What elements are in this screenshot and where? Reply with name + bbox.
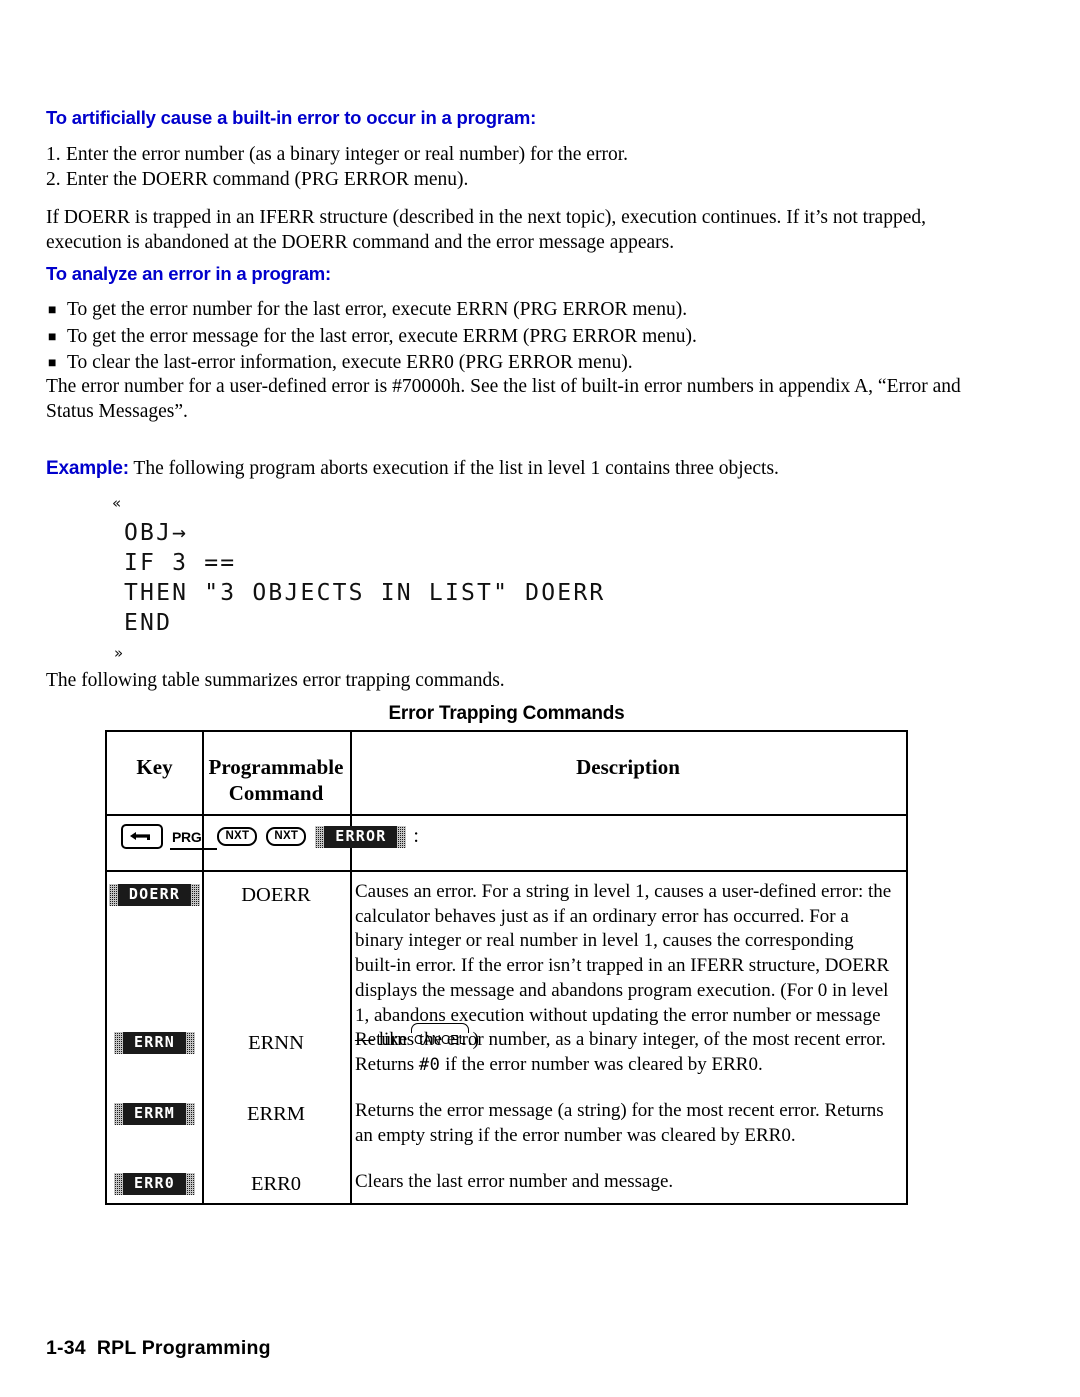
list-item: 2. Enter the DOERR command (PRG ERROR men… [46,167,628,192]
footer-title: RPL Programming [96,1337,271,1359]
step-text: Enter the error number (as a binary inte… [66,144,628,165]
error-trapping-commands-table: Key Programmable Command Description PRG… [105,730,908,1205]
table-row-description: Clears the last error number and message… [355,1171,674,1192]
cause-error-paragraph: If DOERR is trapped in an IFERR structur… [46,207,926,253]
table-row-command: ERR0 [250,1173,302,1195]
list-item: ■ To get the error message for the last e… [48,324,697,351]
code-line: IF 3 == [124,550,237,576]
page-footer: 1-34 RPL Programming [46,1337,271,1360]
table-header-description: Description [576,755,680,779]
prg-key-label[interactable]: PRG [170,829,219,850]
table-header-command-line1: Programmable [208,755,344,779]
left-shift-key-icon[interactable] [121,824,163,849]
heading-cause-error: To artificially cause a built-in error t… [46,107,537,128]
table-row-softkey: ERR0 [107,1173,202,1195]
key-sequence-colon: : [413,825,419,847]
square-bullet-icon: ■ [48,303,57,318]
table-caption: Error Trapping Commands [388,703,625,724]
code-line: « [112,494,122,512]
list-item: ■ To get the error number for the last er… [48,297,697,324]
bullet-text: To clear the last-error information, exe… [67,352,633,373]
step-number: 2. [46,169,61,190]
table-row-command: DOERR [241,884,311,906]
list-item: 1. Enter the error number (as a binary in… [46,142,628,167]
analyze-error-paragraph: The error number for a user-defined erro… [46,376,961,422]
example-label: Example: [46,458,129,479]
example-text: The following program aborts execution i… [133,458,779,479]
table-header-rule [107,814,906,816]
document-page: To artificially cause a built-in error t… [0,0,1080,1397]
error-menu-softkey[interactable]: ERROR [315,825,407,848]
binary-zero-literal: #0 [418,1054,441,1075]
nxt-key-2[interactable]: NXT [266,827,307,846]
table-row-description: Returns the error number, as a binary in… [355,1028,895,1077]
table-row-softkey: DOERR [107,884,202,906]
analyze-error-bullets: ■ To get the error number for the last er… [48,297,697,377]
heading-analyze-error: To analyze an error in a program: [46,263,332,284]
code-line: » [114,644,124,662]
step-number: 1. [46,144,61,165]
code-line: END [124,610,173,636]
err0-softkey[interactable]: ERR0 [114,1173,195,1195]
list-item: ■ To clear the last-error information, ex… [48,350,697,377]
square-bullet-icon: ■ [48,356,57,371]
table-keyrow-rule [107,870,906,872]
table-header-command: Programmable Command [202,754,350,806]
doerr-softkey[interactable]: DOERR [108,884,201,906]
code-line: THEN "3 OBJECTS IN LIST" DOERR [124,580,606,606]
cause-error-steps: 1. Enter the error number (as a binary in… [46,142,628,192]
code-line: OBJ→ [124,520,189,546]
step-text: Enter the DOERR command (PRG ERROR menu)… [66,169,469,190]
table-column-divider [350,732,352,870]
square-bullet-icon: ■ [48,329,57,345]
table-row-command: ERNN [248,1032,304,1054]
left-arrow-icon [130,832,150,840]
bullet-text: To get the error message for the last er… [67,325,697,347]
errn-softkey[interactable]: ERRN [114,1032,195,1054]
bullet-text: To get the error number for the last err… [67,299,688,320]
nxt-key-1[interactable]: NXT [217,827,258,846]
table-header-command-line2: Command [228,781,324,805]
table-row-softkey: ERRN [107,1032,202,1054]
footer-page-number: 1-34 [46,1337,86,1359]
key-sequence-row: PRG NXT NXT ERROR : [121,824,419,850]
example-intro: Example: The following program aborts ex… [46,458,779,480]
table-row-description: Returns the error message (a string) for… [355,1100,884,1146]
table-column-divider [350,870,352,1203]
table-row-softkey: ERRM [107,1103,202,1125]
table-row-description: Causes an error. For a string in level 1… [355,880,895,1053]
table-header-key: Key [136,755,173,779]
table-row-command: ERRM [246,1103,306,1125]
program-code-block: « OBJ→ IF 3 == THEN "3 OBJECTS IN LIST" … [110,488,605,668]
errm-softkey[interactable]: ERRM [114,1103,195,1125]
ernn-description-tail: if the error number was cleared by ERR0. [440,1053,763,1075]
table-intro-paragraph: The following table summarizes error tra… [46,670,505,691]
